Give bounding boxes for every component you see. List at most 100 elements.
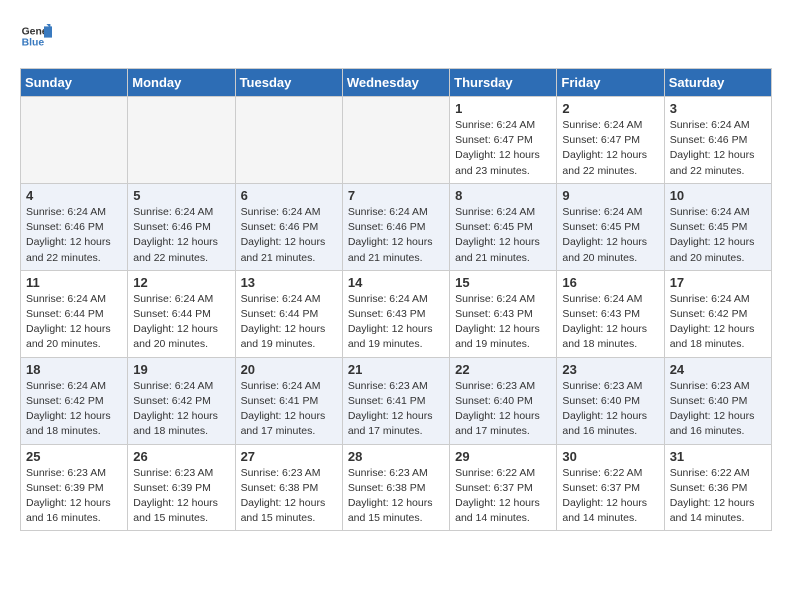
- calendar-cell: 23 Sunrise: 6:23 AM Sunset: 6:40 PM Dayli…: [557, 357, 664, 444]
- day-number: 21: [348, 362, 444, 377]
- calendar-cell: 18 Sunrise: 6:24 AM Sunset: 6:42 PM Dayli…: [21, 357, 128, 444]
- day-number: 16: [562, 275, 658, 290]
- calendar-cell: 4 Sunrise: 6:24 AM Sunset: 6:46 PM Daylig…: [21, 183, 128, 270]
- day-number: 8: [455, 188, 551, 203]
- day-number: 18: [26, 362, 122, 377]
- day-info: Sunrise: 6:24 AM Sunset: 6:46 PM Dayligh…: [26, 205, 122, 266]
- calendar-cell: 9 Sunrise: 6:24 AM Sunset: 6:45 PM Daylig…: [557, 183, 664, 270]
- calendar-cell: 24 Sunrise: 6:23 AM Sunset: 6:40 PM Dayli…: [664, 357, 771, 444]
- day-number: 31: [670, 449, 766, 464]
- day-number: 10: [670, 188, 766, 203]
- day-info: Sunrise: 6:23 AM Sunset: 6:39 PM Dayligh…: [133, 466, 229, 527]
- day-info: Sunrise: 6:24 AM Sunset: 6:46 PM Dayligh…: [670, 118, 766, 179]
- day-number: 6: [241, 188, 337, 203]
- day-number: 26: [133, 449, 229, 464]
- day-info: Sunrise: 6:24 AM Sunset: 6:46 PM Dayligh…: [133, 205, 229, 266]
- logo: General Blue: [20, 20, 52, 52]
- day-info: Sunrise: 6:24 AM Sunset: 6:43 PM Dayligh…: [562, 292, 658, 353]
- calendar-cell: 30 Sunrise: 6:22 AM Sunset: 6:37 PM Dayli…: [557, 444, 664, 531]
- calendar-week-row: 1 Sunrise: 6:24 AM Sunset: 6:47 PM Daylig…: [21, 97, 772, 184]
- day-number: 11: [26, 275, 122, 290]
- calendar-cell: 21 Sunrise: 6:23 AM Sunset: 6:41 PM Dayli…: [342, 357, 449, 444]
- day-number: 12: [133, 275, 229, 290]
- day-info: Sunrise: 6:23 AM Sunset: 6:40 PM Dayligh…: [455, 379, 551, 440]
- calendar-cell: 25 Sunrise: 6:23 AM Sunset: 6:39 PM Dayli…: [21, 444, 128, 531]
- calendar-cell: 5 Sunrise: 6:24 AM Sunset: 6:46 PM Daylig…: [128, 183, 235, 270]
- calendar-week-row: 11 Sunrise: 6:24 AM Sunset: 6:44 PM Dayli…: [21, 270, 772, 357]
- day-info: Sunrise: 6:24 AM Sunset: 6:46 PM Dayligh…: [241, 205, 337, 266]
- day-info: Sunrise: 6:22 AM Sunset: 6:37 PM Dayligh…: [562, 466, 658, 527]
- day-number: 25: [26, 449, 122, 464]
- day-number: 30: [562, 449, 658, 464]
- day-number: 29: [455, 449, 551, 464]
- calendar-cell: 15Sunrise: 6:24 AM Sunset: 6:43 PM Dayli…: [450, 270, 557, 357]
- day-info: Sunrise: 6:24 AM Sunset: 6:46 PM Dayligh…: [348, 205, 444, 266]
- calendar-cell: 1 Sunrise: 6:24 AM Sunset: 6:47 PM Daylig…: [450, 97, 557, 184]
- day-info: Sunrise: 6:23 AM Sunset: 6:38 PM Dayligh…: [348, 466, 444, 527]
- calendar-cell: 14 Sunrise: 6:24 AM Sunset: 6:43 PM Dayli…: [342, 270, 449, 357]
- day-number: 23: [562, 362, 658, 377]
- day-number: 20: [241, 362, 337, 377]
- day-info: Sunrise: 6:23 AM Sunset: 6:38 PM Dayligh…: [241, 466, 337, 527]
- weekday-header-row: SundayMondayTuesdayWednesdayThursdayFrid…: [21, 69, 772, 97]
- day-number: 3: [670, 101, 766, 116]
- day-number: 24: [670, 362, 766, 377]
- day-info: Sunrise: 6:24 AM Sunset: 6:44 PM Dayligh…: [133, 292, 229, 353]
- svg-text:Blue: Blue: [22, 38, 45, 49]
- calendar-cell: 31 Sunrise: 6:22 AM Sunset: 6:36 PM Dayli…: [664, 444, 771, 531]
- calendar-week-row: 4 Sunrise: 6:24 AM Sunset: 6:46 PM Daylig…: [21, 183, 772, 270]
- day-info: Sunrise: 6:24 AM Sunset: 6:45 PM Dayligh…: [670, 205, 766, 266]
- day-info: Sunrise: 6:24 AM Sunset: 6:43 PM Dayligh…: [348, 292, 444, 353]
- day-info: Sunrise: 6:23 AM Sunset: 6:40 PM Dayligh…: [670, 379, 766, 440]
- calendar-cell: 22 Sunrise: 6:23 AM Sunset: 6:40 PM Dayli…: [450, 357, 557, 444]
- weekday-header: Monday: [128, 69, 235, 97]
- calendar-cell: 10 Sunrise: 6:24 AM Sunset: 6:45 PM Dayli…: [664, 183, 771, 270]
- day-info: Sunrise: 6:23 AM Sunset: 6:41 PM Dayligh…: [348, 379, 444, 440]
- calendar-cell: [235, 97, 342, 184]
- page-header: General Blue: [20, 20, 772, 52]
- day-number: 14: [348, 275, 444, 290]
- calendar-table: SundayMondayTuesdayWednesdayThursdayFrid…: [20, 68, 772, 531]
- calendar-cell: 12 Sunrise: 6:24 AM Sunset: 6:44 PM Dayli…: [128, 270, 235, 357]
- calendar-cell: 20 Sunrise: 6:24 AM Sunset: 6:41 PM Dayli…: [235, 357, 342, 444]
- calendar-cell: 28 Sunrise: 6:23 AM Sunset: 6:38 PM Dayli…: [342, 444, 449, 531]
- day-number: 7: [348, 188, 444, 203]
- day-info: Sunrise: 6:24 AM Sunset: 6:45 PM Dayligh…: [455, 205, 551, 266]
- calendar-cell: 2 Sunrise: 6:24 AM Sunset: 6:47 PM Daylig…: [557, 97, 664, 184]
- day-number: 5: [133, 188, 229, 203]
- weekday-header: Thursday: [450, 69, 557, 97]
- weekday-header: Friday: [557, 69, 664, 97]
- day-info: Sunrise: 6:24 AM Sunset: 6:47 PM Dayligh…: [455, 118, 551, 179]
- calendar-cell: [128, 97, 235, 184]
- day-info: Sunrise: 6:24 AM Sunset: 6:47 PM Dayligh…: [562, 118, 658, 179]
- day-number: 1: [455, 101, 551, 116]
- logo-icon: General Blue: [20, 20, 52, 52]
- calendar-cell: 16 Sunrise: 6:24 AM Sunset: 6:43 PM Dayli…: [557, 270, 664, 357]
- day-info: Sunrise: 6:23 AM Sunset: 6:40 PM Dayligh…: [562, 379, 658, 440]
- calendar-cell: 29Sunrise: 6:22 AM Sunset: 6:37 PM Dayli…: [450, 444, 557, 531]
- calendar-cell: 26 Sunrise: 6:23 AM Sunset: 6:39 PM Dayli…: [128, 444, 235, 531]
- weekday-header: Wednesday: [342, 69, 449, 97]
- day-info: Sunrise: 6:24 AM Sunset: 6:41 PM Dayligh…: [241, 379, 337, 440]
- day-info: Sunrise: 6:22 AM Sunset: 6:36 PM Dayligh…: [670, 466, 766, 527]
- day-number: 27: [241, 449, 337, 464]
- calendar-cell: [21, 97, 128, 184]
- day-number: 4: [26, 188, 122, 203]
- day-info: Sunrise: 6:24 AM Sunset: 6:44 PM Dayligh…: [26, 292, 122, 353]
- calendar-cell: [342, 97, 449, 184]
- weekday-header: Saturday: [664, 69, 771, 97]
- day-info: Sunrise: 6:24 AM Sunset: 6:45 PM Dayligh…: [562, 205, 658, 266]
- weekday-header: Tuesday: [235, 69, 342, 97]
- day-info: Sunrise: 6:24 AM Sunset: 6:43 PM Dayligh…: [455, 292, 551, 353]
- day-info: Sunrise: 6:24 AM Sunset: 6:42 PM Dayligh…: [26, 379, 122, 440]
- calendar-cell: 19Sunrise: 6:24 AM Sunset: 6:42 PM Dayli…: [128, 357, 235, 444]
- day-number: 2: [562, 101, 658, 116]
- calendar-cell: 13Sunrise: 6:24 AM Sunset: 6:44 PM Dayli…: [235, 270, 342, 357]
- day-number: 22: [455, 362, 551, 377]
- day-info: Sunrise: 6:23 AM Sunset: 6:39 PM Dayligh…: [26, 466, 122, 527]
- day-number: 28: [348, 449, 444, 464]
- day-number: 17: [670, 275, 766, 290]
- calendar-cell: 8 Sunrise: 6:24 AM Sunset: 6:45 PM Daylig…: [450, 183, 557, 270]
- calendar-cell: 6 Sunrise: 6:24 AM Sunset: 6:46 PM Daylig…: [235, 183, 342, 270]
- day-number: 9: [562, 188, 658, 203]
